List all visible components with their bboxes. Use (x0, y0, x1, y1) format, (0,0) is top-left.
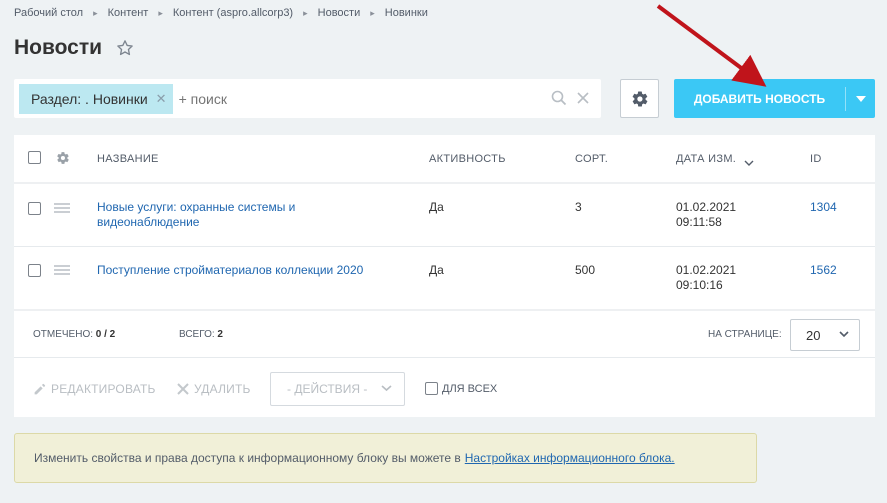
checked-value: 0 / 2 (95, 329, 116, 340)
row-name-link[interactable]: Новые услуги: охранные системы и видеона… (97, 200, 397, 230)
info-notice: Изменить свойства и права доступа к инфо… (14, 433, 757, 483)
select-all-checkbox[interactable] (28, 151, 41, 164)
row-time-value: 09:11:58 (676, 215, 722, 229)
grid-footer: ОТМЕЧЕНО: 0 / 2 ВСЕГО: 2 НА СТРАНИЦЕ: 20 (14, 311, 875, 357)
row-checkbox[interactable] (28, 264, 41, 277)
breadcrumb-item-content[interactable]: Контент (108, 7, 149, 19)
row-id-link[interactable]: 1562 (810, 263, 837, 278)
notice-text: Изменить свойства и права доступа к инфо… (34, 451, 461, 465)
delete-button[interactable]: УДАЛИТЬ (177, 382, 251, 396)
chevron-down-icon (381, 385, 392, 392)
star-icon[interactable] (116, 39, 134, 57)
gear-icon (632, 90, 647, 107)
row-active: Да (429, 263, 444, 277)
filter-tag-label: Раздел: . Новинки (31, 90, 148, 107)
breadcrumb-separator-icon: ▸ (93, 7, 98, 18)
row-date-value: 01.02.2021 (676, 263, 737, 277)
title-row: Новости (14, 34, 134, 62)
for-all-label: ДЛЯ ВСЕХ (442, 382, 498, 395)
row-date: 01.02.2021 09:11:58 (676, 200, 736, 230)
actions-select[interactable]: - ДЕЙСТВИЯ - (270, 372, 405, 406)
row-name-link[interactable]: Поступление стройматериалов коллекции 20… (97, 263, 417, 278)
row-date: 01.02.2021 09:10:16 (676, 263, 736, 293)
breadcrumb: Рабочий стол ▸ Контент ▸ Контент (aspro.… (14, 6, 428, 20)
sort-desc-icon[interactable] (744, 154, 754, 172)
for-all-checkbox[interactable] (425, 382, 438, 395)
grid-actions: РЕДАКТИРОВАТЬ УДАЛИТЬ - ДЕЙСТВИЯ - ДЛЯ В… (14, 357, 875, 417)
search-icon[interactable] (551, 90, 567, 106)
table-row[interactable]: Поступление стройматериалов коллекции 20… (14, 247, 875, 310)
page-title: Новости (14, 36, 103, 59)
breadcrumb-item-novinki[interactable]: Новинки (385, 7, 428, 19)
table-row[interactable]: Новые услуги: охранные системы и видеона… (14, 184, 875, 247)
row-name-line1: Поступление стройматериалов коллекции 20… (97, 263, 364, 277)
pencil-icon (34, 383, 46, 394)
edit-label: РЕДАКТИРОВАТЬ (51, 382, 156, 396)
grid-header: НАЗВАНИЕ АКТИВНОСТЬ СОРТ. ДАТА ИЗМ. ID (14, 135, 875, 183)
checked-count: ОТМЕЧЕНО: 0 / 2 (33, 329, 115, 340)
breadcrumb-separator-icon: ▸ (303, 7, 308, 18)
row-sort: 3 (575, 200, 582, 214)
delete-label: УДАЛИТЬ (194, 382, 251, 396)
news-grid: НАЗВАНИЕ АКТИВНОСТЬ СОРТ. ДАТА ИЗМ. ID Н… (14, 135, 875, 417)
settings-button[interactable] (620, 79, 659, 118)
breadcrumb-separator-icon: ▸ (370, 7, 375, 18)
chevron-down-icon (855, 95, 866, 102)
breadcrumb-separator-icon: ▸ (158, 7, 163, 18)
row-time-value: 09:10:16 (676, 278, 723, 292)
breadcrumb-item-desktop[interactable]: Рабочий стол (14, 7, 83, 19)
column-header-sort[interactable]: СОРТ. (575, 153, 608, 165)
checked-label: ОТМЕЧЕНО: (33, 329, 93, 340)
add-menu-dropdown[interactable] (846, 95, 875, 102)
row-name-line2: видеонаблюдение (97, 215, 200, 229)
row-checkbox[interactable] (28, 202, 41, 215)
per-page-select[interactable]: 20 (790, 319, 860, 351)
filter-bar[interactable]: Раздел: . Новинки ✕ (14, 79, 601, 118)
column-header-date[interactable]: ДАТА ИЗМ. (676, 153, 736, 165)
for-all-toggle[interactable]: ДЛЯ ВСЕХ (425, 382, 497, 395)
row-sort: 500 (575, 263, 596, 277)
drag-handle-icon[interactable] (54, 203, 70, 213)
row-name-line1: Новые услуги: охранные системы и (97, 200, 296, 214)
drag-handle-icon[interactable] (54, 265, 70, 275)
per-page-value: 20 (806, 327, 821, 343)
total-label: ВСЕГО: (179, 329, 215, 340)
add-news-button[interactable]: ДОБАВИТЬ НОВОСТЬ (674, 79, 875, 118)
delete-icon (177, 383, 189, 395)
column-header-name[interactable]: НАЗВАНИЕ (97, 153, 159, 165)
column-header-active[interactable]: АКТИВНОСТЬ (429, 153, 506, 165)
filter-tag[interactable]: Раздел: . Новинки ✕ (19, 83, 173, 114)
breadcrumb-item-content-aspro[interactable]: Контент (aspro.allcorp3) (173, 7, 293, 19)
row-date-value: 01.02.2021 (676, 200, 737, 214)
row-id-link[interactable]: 1304 (810, 200, 837, 215)
search-input[interactable] (178, 90, 509, 107)
per-page-label: НА СТРАНИЦЕ: (708, 329, 782, 340)
iblock-settings-link[interactable]: Настройках информационного блока. (465, 451, 675, 465)
total-value: 2 (217, 329, 223, 340)
close-icon[interactable]: ✕ (156, 91, 167, 107)
total-count: ВСЕГО: 2 (179, 329, 223, 340)
add-news-label: ДОБАВИТЬ НОВОСТЬ (693, 91, 826, 106)
clear-icon[interactable] (575, 90, 591, 106)
row-active: Да (429, 200, 444, 214)
edit-button[interactable]: РЕДАКТИРОВАТЬ (33, 382, 156, 396)
chevron-down-icon (839, 331, 849, 338)
breadcrumb-item-news[interactable]: Новости (318, 7, 361, 19)
grid-settings-icon[interactable] (56, 151, 70, 170)
actions-select-label: - ДЕЙСТВИЯ - (287, 382, 368, 396)
column-header-id[interactable]: ID (810, 153, 822, 165)
